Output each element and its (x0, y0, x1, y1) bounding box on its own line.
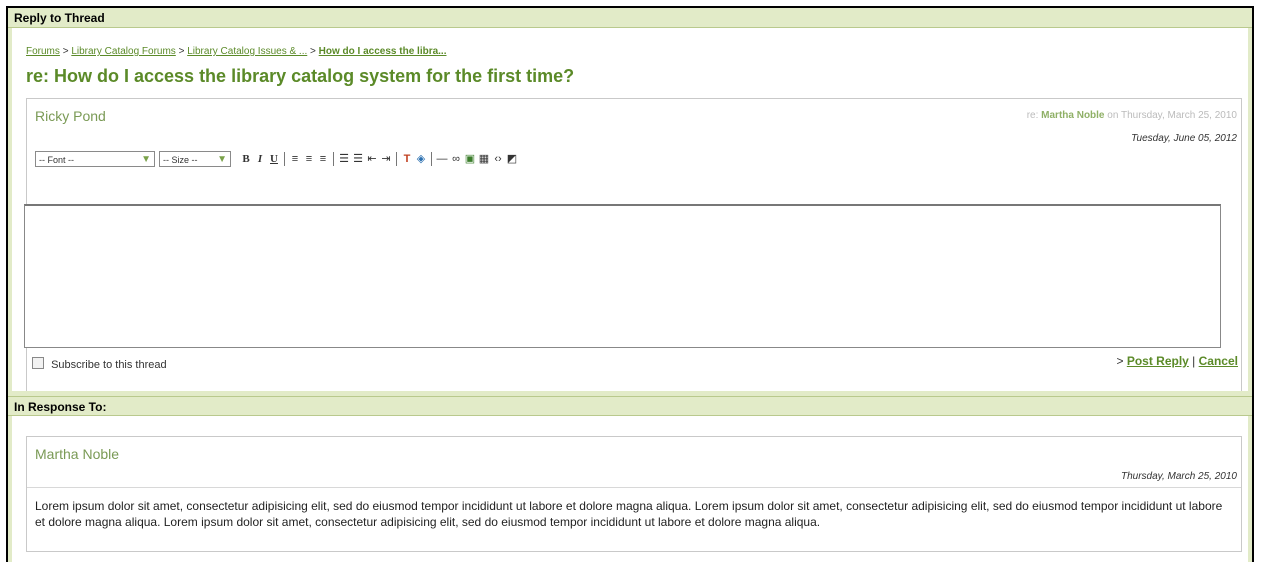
original-post-box: Martha Noble Thursday, March 25, 2010 Lo… (26, 436, 1242, 552)
re-prefix: re: (1026, 110, 1039, 121)
reply-window: Reply to Thread Forums > Library Catalog… (6, 6, 1254, 562)
reply-section: Forums > Library Catalog Forums > Librar… (8, 28, 1252, 404)
toolbar-separator (284, 152, 285, 166)
fullscreen-icon[interactable]: ◩ (505, 151, 519, 167)
text-color-icon[interactable]: T (400, 151, 414, 167)
chevron-down-icon: ▼ (217, 154, 227, 165)
numbered-list-icon[interactable]: ☰ (337, 151, 351, 167)
image-icon[interactable]: ▣ (463, 151, 477, 167)
toolbar-separator (431, 152, 432, 166)
outdent-icon[interactable]: ⇤ (365, 151, 379, 167)
italic-icon[interactable]: I (253, 151, 267, 167)
reply-editor[interactable] (24, 204, 1221, 348)
table-icon[interactable]: ▦ (477, 151, 491, 167)
thread-title: re: How do I access the library catalog … (26, 66, 575, 86)
response-section: Martha Noble Thursday, March 25, 2010 Lo… (8, 416, 1252, 562)
reply-section-header: Reply to Thread (8, 8, 1252, 28)
re-author-name: Martha Noble (1041, 110, 1105, 121)
post-divider (27, 487, 1241, 488)
breadcrumb-separator: > (62, 46, 69, 57)
toolbar-separator (396, 152, 397, 166)
breadcrumb-current-thread-link[interactable]: How do I access the libra... (319, 46, 447, 57)
underline-icon[interactable]: U (267, 151, 281, 167)
align-center-icon[interactable]: ≡ (302, 151, 316, 167)
breadcrumb: Forums > Library Catalog Forums > Librar… (26, 46, 447, 57)
bold-icon[interactable]: B (239, 151, 253, 167)
original-post-body: Lorem ipsum dolor sit amet, consectetur … (35, 499, 1223, 529)
highlight-color-icon[interactable]: ◈ (414, 151, 428, 167)
size-select[interactable]: -- Size -- ▼ (159, 151, 231, 167)
re-date: on Thursday, March 25, 2010 (1107, 110, 1237, 121)
align-right-icon[interactable]: ≡ (316, 151, 330, 167)
breadcrumb-forums-link[interactable]: Forums (26, 46, 60, 57)
editor-toolbar: -- Font -- ▼ -- Size -- ▼ B I U ≡ ≡ ≡ ☰ … (35, 149, 1241, 173)
original-post-date: Thursday, March 25, 2010 (1121, 471, 1237, 482)
original-author-name: Martha Noble (35, 446, 120, 462)
breadcrumb-library-catalog-forums-link[interactable]: Library Catalog Forums (71, 46, 175, 57)
breadcrumb-separator: > (310, 46, 316, 57)
reply-date: Tuesday, June 05, 2012 (1131, 133, 1237, 144)
chevron-down-icon: ▼ (141, 154, 151, 165)
source-code-icon[interactable]: ‹› (491, 151, 505, 167)
breadcrumb-catalog-issues-link[interactable]: Library Catalog Issues & ... (187, 46, 307, 57)
in-reply-to-line: re: Martha Noble on Thursday, March 25, … (1027, 110, 1237, 121)
reply-author-name: Ricky Pond (35, 108, 106, 124)
size-select-value: -- Size -- (163, 155, 198, 165)
horizontal-rule-icon[interactable]: — (435, 151, 449, 167)
toolbar-separator (333, 152, 334, 166)
font-select[interactable]: -- Font -- ▼ (35, 151, 155, 167)
align-left-icon[interactable]: ≡ (288, 151, 302, 167)
indent-icon[interactable]: ⇥ (379, 151, 393, 167)
bulleted-list-icon[interactable]: ☰ (351, 151, 365, 167)
breadcrumb-separator: > (178, 46, 185, 57)
link-icon[interactable]: ∞ (449, 151, 463, 167)
response-section-header: In Response To: (8, 396, 1252, 416)
font-select-value: -- Font -- (39, 155, 74, 165)
